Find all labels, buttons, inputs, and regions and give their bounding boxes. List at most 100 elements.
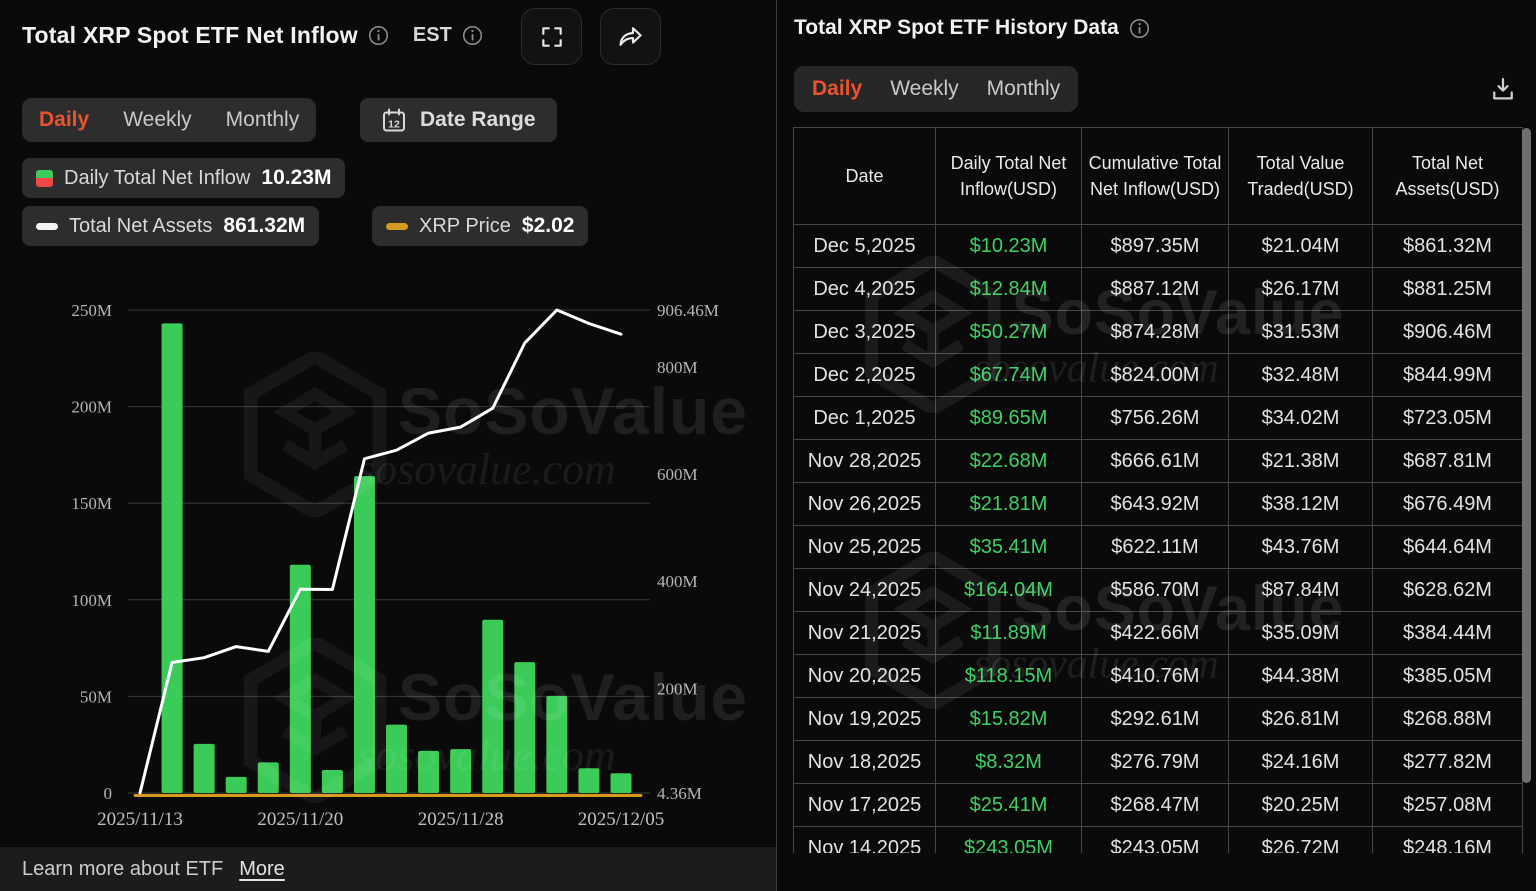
- xrp-etf-dashboard: Total XRP Spot ETF Net Inflow EST: [0, 0, 1536, 891]
- value-cell: $874.28M: [1082, 311, 1229, 354]
- table-title-row: Total XRP Spot ETF History Data: [794, 16, 1150, 40]
- value-cell: $87.84M: [1229, 569, 1373, 612]
- value-cell: $676.49M: [1373, 483, 1522, 526]
- tab-daily[interactable]: Daily: [39, 108, 89, 132]
- value-cell: $622.11M: [1082, 526, 1229, 569]
- date-range-label: Date Range: [420, 108, 536, 132]
- x-axis-tick: 2025/12/05: [578, 809, 665, 830]
- value-cell: $257.08M: [1373, 784, 1522, 827]
- share-button[interactable]: [600, 8, 661, 65]
- value-cell: $861.32M: [1373, 225, 1522, 268]
- value-cell: $243.05M: [1082, 827, 1229, 853]
- value-cell: $276.79M: [1082, 741, 1229, 784]
- chart-action-buttons: [521, 8, 661, 65]
- date-cell: Dec 5,2025: [794, 225, 936, 268]
- left-axis-tick: 150M: [71, 494, 112, 513]
- value-cell: $723.05M: [1373, 397, 1522, 440]
- table-row: Dec 1,2025$89.65M$756.26M$34.02M$723.05M: [794, 397, 1522, 440]
- left-axis-tick: 250M: [71, 301, 112, 320]
- date-cell: Nov 19,2025: [794, 698, 936, 741]
- date-cell: Dec 4,2025: [794, 268, 936, 311]
- value-cell: $277.82M: [1373, 741, 1522, 784]
- right-axis-tick: 600M: [657, 465, 698, 484]
- inflow-bar[interactable]: [546, 696, 567, 793]
- table-row: Nov 17,2025$25.41M$268.47M$20.25M$257.08…: [794, 784, 1522, 827]
- right-axis-tick: 800M: [657, 358, 698, 377]
- value-cell: $8.32M: [936, 741, 1082, 784]
- value-cell: $10.23M: [936, 225, 1082, 268]
- date-cell: Nov 17,2025: [794, 784, 936, 827]
- value-cell: $11.89M: [936, 612, 1082, 655]
- value-cell: $756.26M: [1082, 397, 1229, 440]
- value-cell: $34.02M: [1229, 397, 1373, 440]
- footer-more-link[interactable]: More: [239, 858, 285, 881]
- tab-monthly[interactable]: Monthly: [987, 77, 1061, 101]
- fullscreen-button[interactable]: [521, 8, 582, 65]
- inflow-bar[interactable]: [290, 565, 311, 793]
- date-cell: Dec 1,2025: [794, 397, 936, 440]
- value-cell: $243.05M: [936, 827, 1082, 853]
- left-axis-tick: 50M: [80, 687, 112, 706]
- inflow-bar[interactable]: [450, 749, 471, 793]
- download-button[interactable]: [1486, 72, 1520, 106]
- legend-value: 10.23M: [261, 166, 331, 190]
- value-cell: $22.68M: [936, 440, 1082, 483]
- inflow-bar[interactable]: [226, 777, 247, 793]
- value-cell: $43.76M: [1229, 526, 1373, 569]
- chart-title-row: Total XRP Spot ETF Net Inflow EST: [22, 22, 483, 49]
- inflow-bar[interactable]: [418, 751, 439, 793]
- value-cell: $21.38M: [1229, 440, 1373, 483]
- value-cell: $24.16M: [1229, 741, 1373, 784]
- value-cell: $25.41M: [936, 784, 1082, 827]
- date-range-button[interactable]: 12 Date Range: [360, 98, 557, 142]
- value-cell: $32.48M: [1229, 354, 1373, 397]
- value-cell: $248.16M: [1373, 827, 1522, 853]
- inflow-bar[interactable]: [354, 476, 375, 793]
- legend-value: 861.32M: [223, 214, 305, 238]
- inflow-bar[interactable]: [578, 768, 599, 793]
- inflow-bar[interactable]: [611, 773, 632, 793]
- legend-total-net-assets[interactable]: Total Net Assets 861.32M: [22, 206, 319, 246]
- chart-area[interactable]: 250M200M150M100M50M0906.46M800M600M400M2…: [0, 280, 776, 845]
- table-period-tabs: Daily Weekly Monthly: [794, 66, 1078, 112]
- date-cell: Nov 14,2025: [794, 827, 936, 853]
- legend-daily-net-inflow[interactable]: Daily Total Net Inflow 10.23M: [22, 158, 345, 198]
- info-icon[interactable]: [368, 25, 389, 46]
- value-cell: $268.88M: [1373, 698, 1522, 741]
- tab-monthly[interactable]: Monthly: [226, 108, 300, 132]
- value-cell: $35.09M: [1229, 612, 1373, 655]
- inflow-bar[interactable]: [258, 762, 279, 793]
- value-cell: $26.72M: [1229, 827, 1373, 853]
- value-cell: $422.66M: [1082, 612, 1229, 655]
- date-cell: Nov 24,2025: [794, 569, 936, 612]
- assets-line-icon: [36, 223, 58, 230]
- inflow-bar[interactable]: [194, 744, 215, 793]
- tab-weekly[interactable]: Weekly: [123, 108, 191, 132]
- timezone-info-icon[interactable]: [462, 25, 483, 46]
- value-cell: $292.61M: [1082, 698, 1229, 741]
- inflow-bar[interactable]: [482, 620, 503, 793]
- price-line-icon: [386, 223, 408, 230]
- inflow-bar[interactable]: [386, 725, 407, 793]
- tab-daily[interactable]: Daily: [812, 77, 862, 101]
- tab-weekly[interactable]: Weekly: [890, 77, 958, 101]
- table-row: Nov 25,2025$35.41M$622.11M$43.76M$644.64…: [794, 526, 1522, 569]
- table-row: Dec 3,2025$50.27M$874.28M$31.53M$906.46M: [794, 311, 1522, 354]
- etf-footer: Learn more about ETF More: [0, 847, 776, 891]
- legend-xrp-price[interactable]: XRP Price $2.02: [372, 206, 588, 246]
- inflow-bar[interactable]: [322, 770, 343, 793]
- date-cell: Nov 18,2025: [794, 741, 936, 784]
- inflow-bar[interactable]: [514, 662, 535, 793]
- legend-value: $2.02: [522, 214, 575, 238]
- value-cell: $26.17M: [1229, 268, 1373, 311]
- value-cell: $164.04M: [936, 569, 1082, 612]
- value-cell: $844.99M: [1373, 354, 1522, 397]
- table-scrollbar[interactable]: [1522, 128, 1531, 783]
- share-icon: [617, 23, 644, 50]
- table-header-row: DateDaily Total Net Inflow(USD)Cumulativ…: [794, 128, 1522, 225]
- value-cell: $268.47M: [1082, 784, 1229, 827]
- inflow-bar[interactable]: [162, 323, 183, 793]
- info-icon[interactable]: [1129, 18, 1150, 39]
- value-cell: $44.38M: [1229, 655, 1373, 698]
- chart-panel-title: Total XRP Spot ETF Net Inflow: [22, 22, 358, 49]
